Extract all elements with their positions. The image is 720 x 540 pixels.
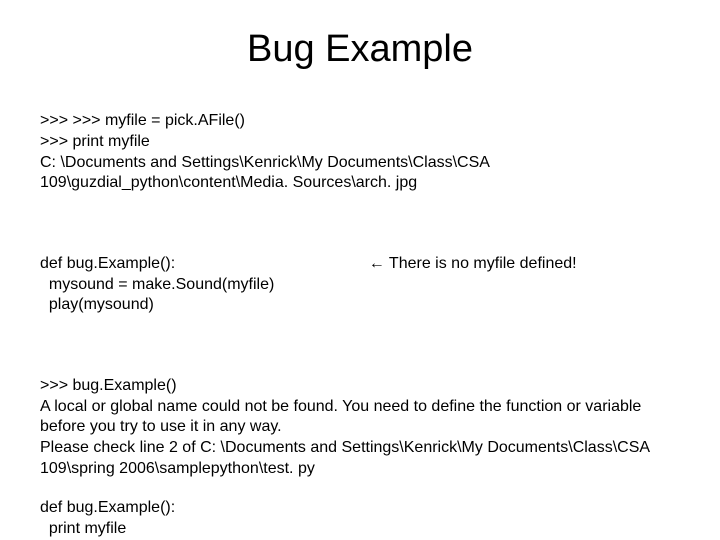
block-def-bug-1: def bug.Example(): mysound = make.Sound(… <box>40 212 680 358</box>
block-error-output: >>> bug.Example() A local or global name… <box>40 376 680 480</box>
annotation-no-myfile: ← There is no myfile defined! <box>364 254 576 275</box>
slide: Bug Example >>> >>> myfile = pick.AFile(… <box>0 0 720 540</box>
slide-title: Bug Example <box>40 28 680 71</box>
block-repl-pickfile: >>> >>> myfile = pick.AFile() >>> print … <box>40 111 680 194</box>
code-def-bug-1: def bug.Example(): mysound = make.Sound(… <box>40 254 274 316</box>
slide-body: >>> >>> myfile = pick.AFile() >>> print … <box>40 111 680 539</box>
block-def-bug-2: def bug.Example(): print myfile <box>40 498 680 540</box>
